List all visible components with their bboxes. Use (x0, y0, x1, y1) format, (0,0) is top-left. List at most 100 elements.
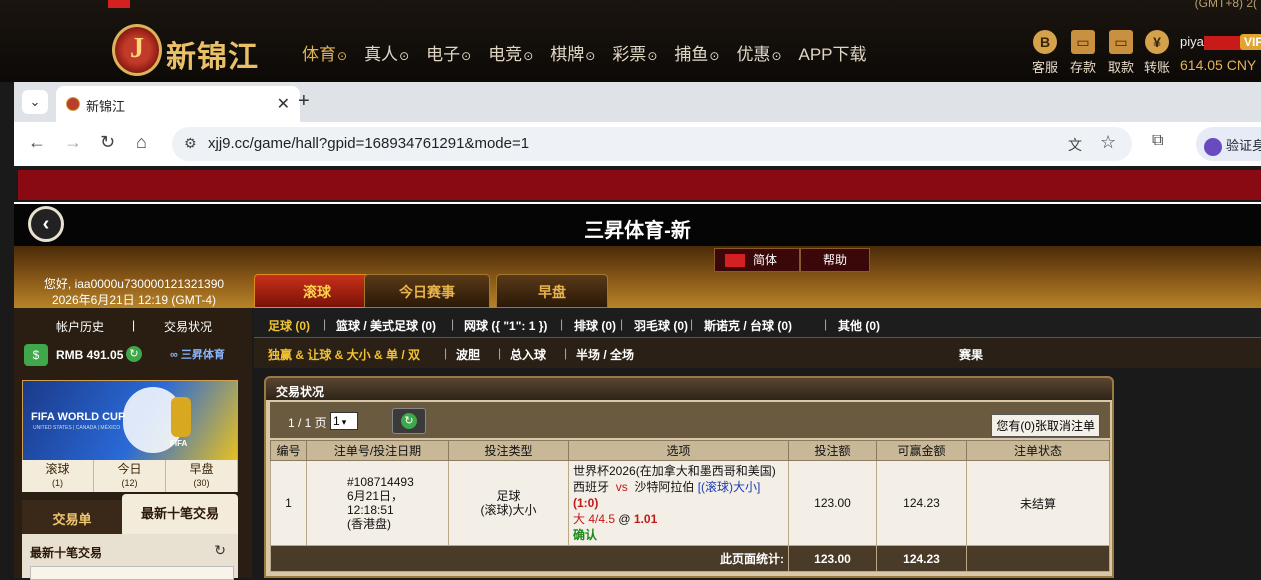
column-header: 编号 (270, 440, 307, 461)
tab-live[interactable]: 滚球 (254, 274, 380, 308)
separator: | (620, 317, 624, 331)
header-transfer-button[interactable]: ¥ 转账 (1138, 30, 1176, 76)
league-name: 世界杯2026(在加拿大和墨西哥和美国) (573, 464, 776, 478)
nav-label: APP下载 (798, 45, 867, 64)
new-tab-icon[interactable]: + (298, 90, 310, 113)
cancelled-bets-button[interactable]: 您有(0)张取消注单 (991, 414, 1100, 437)
username-text: piya (1180, 34, 1204, 49)
language-button[interactable]: 简体 (714, 248, 800, 272)
back-icon[interactable]: ← (28, 132, 46, 153)
logo-icon[interactable]: J (112, 24, 162, 76)
tab-bet-slip[interactable]: 交易单 (22, 500, 122, 534)
refresh-balance-icon[interactable]: ↻ (126, 346, 142, 362)
greeting-datetime: 2026年6月21日 12:19 (GMT-4) (51, 293, 217, 307)
greeting-user: 您好, iaa0000u730000121321390 (43, 277, 225, 291)
pager-row: 1 / 1 页 1 ▾ ↻ 您有(0)张取消注单 (270, 402, 1110, 438)
help-button[interactable]: 帮助 (800, 248, 870, 272)
bet-type-filter-0[interactable]: 独赢 & 让球 & 大小 & 单 / 双 (268, 346, 420, 363)
sport-filter-5[interactable]: 斯诺克 / 台球 (0) (704, 317, 792, 334)
logo-text[interactable]: 新锦江 (166, 32, 259, 76)
bookmark-star-icon[interactable]: ☆ (1100, 132, 1116, 153)
site-info-icon[interactable]: ⚙ (184, 135, 197, 152)
balance-display: 614.05 CNY (1180, 57, 1257, 73)
nav-label: 彩票 (612, 45, 647, 64)
category-0[interactable]: 滚球 (1) (22, 460, 94, 492)
sport-filter-6[interactable]: 其他 (0) (838, 317, 880, 334)
refresh-button[interactable]: ↻ (392, 408, 426, 434)
confirm-status: 确认 (573, 528, 598, 542)
sport-filter-2[interactable]: 网球 ({ "1": 1 }) (464, 317, 547, 334)
sport-filter-0[interactable]: 足球 (0) (268, 317, 310, 334)
fifa-banner[interactable]: FIFA WORLD CUP UNITED STATES | CANADA | … (22, 380, 238, 462)
trade-status-panel: 交易状况 1 / 1 页 1 ▾ ↻ 您有(0)张取消注单 编号 注单号/投注日期投… (264, 376, 1114, 578)
trade-status-link[interactable]: 交易状况 (164, 318, 212, 335)
header-chat-button[interactable]: B 客服 (1026, 30, 1064, 76)
nav-item-0[interactable]: 体育⊙ (302, 40, 347, 65)
page-title: 三昇体育-新 (584, 220, 691, 242)
fifa-subtitle: UNITED STATES | CANADA | MÉXICO (33, 425, 121, 431)
profile-button[interactable]: 验证身 (1196, 127, 1261, 161)
reload-icon[interactable]: ↻ (100, 132, 115, 153)
bet-status: 未结算 (966, 460, 1110, 546)
nav-item-8[interactable]: APP下载 (799, 40, 867, 65)
sport-filter-4[interactable]: 羽毛球 (0) (634, 317, 688, 334)
chevron-down-icon: ▾ (341, 417, 347, 427)
bet-type-filter-1[interactable]: 波胆 (456, 346, 480, 363)
tab-early[interactable]: 早盘 (496, 274, 608, 308)
home-team: 西班牙 (573, 480, 610, 494)
bet-type-filter-3[interactable]: 半场 / 全场 (576, 346, 634, 363)
profile-avatar-icon (1204, 137, 1222, 156)
red-banner (18, 170, 1261, 200)
away-team: 沙特阿拉伯 (634, 480, 695, 494)
main-nav: 体育⊙ 真人⊙ 电子⊙ 电竞⊙ 棋牌⊙ 彩票⊙ 捕鱼⊙ 优惠⊙ APP下载 (302, 40, 884, 65)
separator: | (132, 318, 136, 332)
forward-icon[interactable]: → (64, 132, 82, 153)
url-text[interactable]: xjj9.cc/game/hall?gpid=168934761291&mode… (208, 135, 529, 152)
tab-search-icon[interactable]: ⌄ (22, 90, 48, 114)
category-2[interactable]: 早盘 (30) (166, 460, 238, 492)
odds: 1.01 (633, 512, 658, 526)
tab-last-ten[interactable]: 最新十笔交易 (122, 494, 238, 534)
nav-item-2[interactable]: 电子⊙ (426, 40, 471, 65)
sport-filter-3[interactable]: 排球 (0) (574, 317, 616, 334)
nav-item-4[interactable]: 棋牌⊙ (550, 40, 595, 65)
chevron-down-icon: ⊙ (771, 49, 782, 63)
category-label: 早盘 (189, 462, 214, 476)
summary-row: 此页面统计: 123.00 124.23 (270, 545, 1110, 572)
site-header: (GMT+8) 2( J 新锦江 体育⊙ 真人⊙ 电子⊙ 电竞⊙ 棋牌⊙ 彩票⊙ 捕鱼⊙ 优惠… (0, 0, 1261, 82)
account-history-link[interactable]: 帐户历史 (56, 318, 104, 335)
nav-item-5[interactable]: 彩票⊙ (612, 40, 657, 65)
category-count: (30) (193, 478, 210, 488)
nav-item-6[interactable]: 捕鱼⊙ (674, 40, 719, 65)
tab-today[interactable]: 今日赛事 (364, 274, 490, 308)
bet-no: 1 (270, 460, 307, 546)
home-icon[interactable]: ⌂ (136, 132, 147, 153)
cash-icon: ▭ (1109, 30, 1133, 54)
page-select[interactable]: 1 ▾ (330, 412, 358, 430)
header-wallet-button[interactable]: ▭ 存款 (1064, 30, 1102, 76)
refresh-icon: ↻ (401, 413, 417, 429)
nav-item-1[interactable]: 真人⊙ (364, 40, 409, 65)
flag-icon (108, 0, 130, 8)
address-bar[interactable]: ⚙ xjj9.cc/game/hall?gpid=168934761291&mo… (172, 127, 1132, 161)
summary-empty (966, 545, 1110, 572)
nav-item-7[interactable]: 优惠⊙ (736, 40, 781, 65)
pick: 大 4/4.5 (573, 512, 616, 526)
header-cash-button[interactable]: ▭ 取款 (1102, 30, 1140, 76)
refresh-icon[interactable]: ↻ (214, 542, 226, 559)
category-1[interactable]: 今日 (12) (94, 460, 166, 492)
close-icon[interactable]: ✕ (277, 94, 290, 114)
results-link[interactable]: 赛果 (959, 346, 983, 363)
last-ten-panel: 最新十笔交易 ↻ (22, 534, 238, 580)
browser-tab[interactable]: 新锦江 ✕ (56, 86, 300, 122)
category-label: 今日 (117, 462, 142, 476)
bet-type-filter-2[interactable]: 总入球 (510, 346, 546, 363)
nav-item-3[interactable]: 电竞⊙ (488, 40, 533, 65)
nav-label: 真人 (364, 45, 399, 64)
extensions-icon[interactable]: ⧉ (1152, 132, 1163, 150)
separator: | (323, 317, 327, 331)
translate-icon[interactable]: 文 (1068, 135, 1082, 155)
vip-badge[interactable]: VIP (1240, 34, 1261, 50)
category-count: (1) (52, 478, 63, 488)
sport-filter-1[interactable]: 篮球 / 美式足球 (0) (336, 317, 436, 334)
